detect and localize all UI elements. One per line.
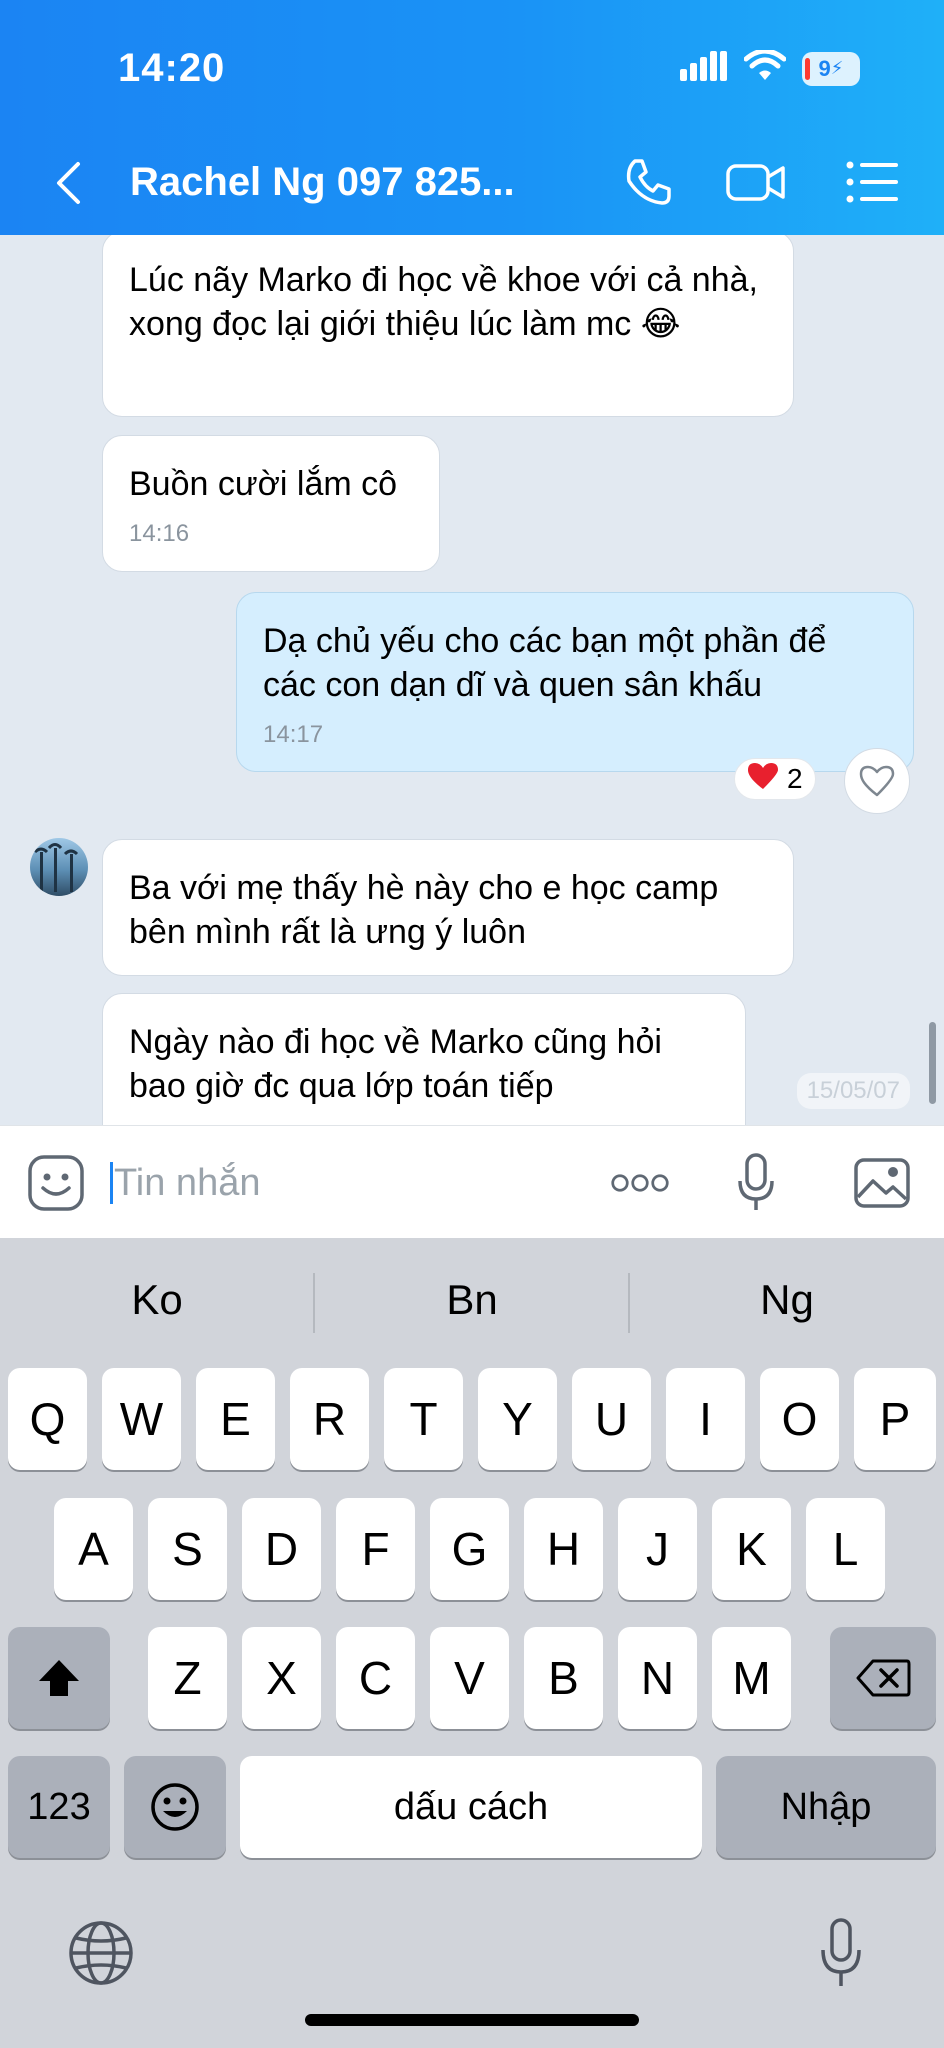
message-text: Ba với mẹ thấy hè này cho e học camp bên… xyxy=(129,869,719,951)
sticker-smile-icon[interactable] xyxy=(26,1153,86,1213)
key[interactable]: K xyxy=(712,1498,791,1600)
suggestion[interactable]: Ko xyxy=(0,1276,314,1324)
key[interactable]: O xyxy=(760,1368,839,1470)
reaction-badge[interactable]: 2 xyxy=(734,758,816,800)
composer-bar xyxy=(0,1125,944,1238)
status-time: 14:20 xyxy=(118,46,226,90)
video-call-icon[interactable] xyxy=(724,150,788,214)
message-bubble-received[interactable]: Ba với mẹ thấy hè này cho e học camp bên… xyxy=(102,839,794,976)
numbers-key[interactable]: 123 xyxy=(8,1756,110,1858)
globe-icon[interactable] xyxy=(66,1918,136,1988)
message-text: Dạ chủ yếu cho các bạn một phần để các c… xyxy=(263,622,827,704)
suggestion[interactable]: Bn xyxy=(315,1276,629,1324)
key[interactable]: H xyxy=(524,1498,603,1600)
key[interactable]: T xyxy=(384,1368,463,1470)
key[interactable]: C xyxy=(336,1627,415,1729)
predictive-bar: Ko Bn Ng xyxy=(0,1238,944,1365)
key[interactable]: Z xyxy=(148,1627,227,1729)
key[interactable]: S xyxy=(148,1498,227,1600)
key[interactable]: J xyxy=(618,1498,697,1600)
image-gallery-icon[interactable] xyxy=(852,1153,912,1213)
signal-icon xyxy=(680,51,728,86)
message-bubble-sent[interactable]: Dạ chủ yếu cho các bạn một phần để các c… xyxy=(236,592,914,772)
text-caret xyxy=(110,1162,113,1204)
key[interactable]: X xyxy=(242,1627,321,1729)
return-key[interactable]: Nhập xyxy=(716,1756,936,1858)
contact-name[interactable]: Rachel Ng 097 825... xyxy=(130,160,515,205)
laughing-emoji: 😂 xyxy=(640,305,681,343)
suggestion[interactable]: Ng xyxy=(630,1276,944,1324)
key[interactable]: I xyxy=(666,1368,745,1470)
key[interactable]: N xyxy=(618,1627,697,1729)
backspace-key[interactable] xyxy=(830,1627,936,1729)
more-options-icon[interactable] xyxy=(610,1153,670,1213)
key[interactable]: G xyxy=(430,1498,509,1600)
date-label: 15/05/07 xyxy=(796,1073,910,1109)
keyboard: Ko Bn Ng Q W E R T Y U I O P A S D F G H… xyxy=(0,1238,944,2048)
menu-list-icon[interactable] xyxy=(840,150,904,214)
phone-call-icon[interactable] xyxy=(616,150,680,214)
key[interactable]: E xyxy=(196,1368,275,1470)
heart-icon xyxy=(747,762,779,797)
message-time: 14:16 xyxy=(129,520,190,547)
key[interactable]: V xyxy=(430,1627,509,1729)
message-list[interactable]: Lúc nãy Marko đi học về khoe với cả nhà,… xyxy=(0,235,944,1125)
key[interactable]: U xyxy=(572,1368,651,1470)
key[interactable]: P xyxy=(854,1368,936,1470)
wifi-icon xyxy=(743,48,787,87)
key[interactable]: D xyxy=(242,1498,321,1600)
microphone-icon[interactable] xyxy=(726,1153,786,1213)
react-heart-button[interactable] xyxy=(844,748,910,814)
battery-icon: 9 ⚡ xyxy=(802,51,860,86)
status-icons: 9 ⚡ xyxy=(680,48,860,87)
key[interactable]: W xyxy=(102,1368,181,1470)
key[interactable]: M xyxy=(712,1627,791,1729)
battery-level: 9 xyxy=(818,55,831,81)
dictation-mic-icon[interactable] xyxy=(808,1914,874,1992)
key[interactable]: Y xyxy=(478,1368,557,1470)
key[interactable]: R xyxy=(290,1368,369,1470)
key[interactable]: B xyxy=(524,1627,603,1729)
message-bubble-received[interactable]: Ngày nào đi học về Marko cũng hỏi bao gi… xyxy=(102,993,746,1125)
space-key[interactable]: dấu cách xyxy=(240,1756,702,1858)
key[interactable]: L xyxy=(806,1498,885,1600)
key[interactable]: A xyxy=(54,1498,133,1600)
scrollbar[interactable] xyxy=(929,1022,936,1104)
emoji-key[interactable] xyxy=(124,1756,226,1858)
back-button[interactable] xyxy=(48,155,88,211)
shift-key[interactable] xyxy=(8,1627,110,1729)
home-indicator xyxy=(305,2014,639,2026)
reaction-count: 2 xyxy=(787,763,803,794)
message-input[interactable] xyxy=(114,1156,564,1210)
message-text: Ngày nào đi học về Marko cũng hỏi bao gi… xyxy=(129,1023,662,1105)
key[interactable]: F xyxy=(336,1498,415,1600)
chat-header: 14:20 9 ⚡ Rachel Ng 097 825... xyxy=(0,0,944,235)
message-bubble-received[interactable]: Buồn cười lắm cô 14:16 xyxy=(102,435,440,572)
message-bubble-received[interactable]: Lúc nãy Marko đi học về khoe với cả nhà,… xyxy=(102,235,794,417)
message-text: Buồn cười lắm cô xyxy=(129,465,398,503)
message-time: 14:17 xyxy=(263,721,324,748)
key[interactable]: Q xyxy=(8,1368,87,1470)
avatar[interactable] xyxy=(30,838,88,896)
